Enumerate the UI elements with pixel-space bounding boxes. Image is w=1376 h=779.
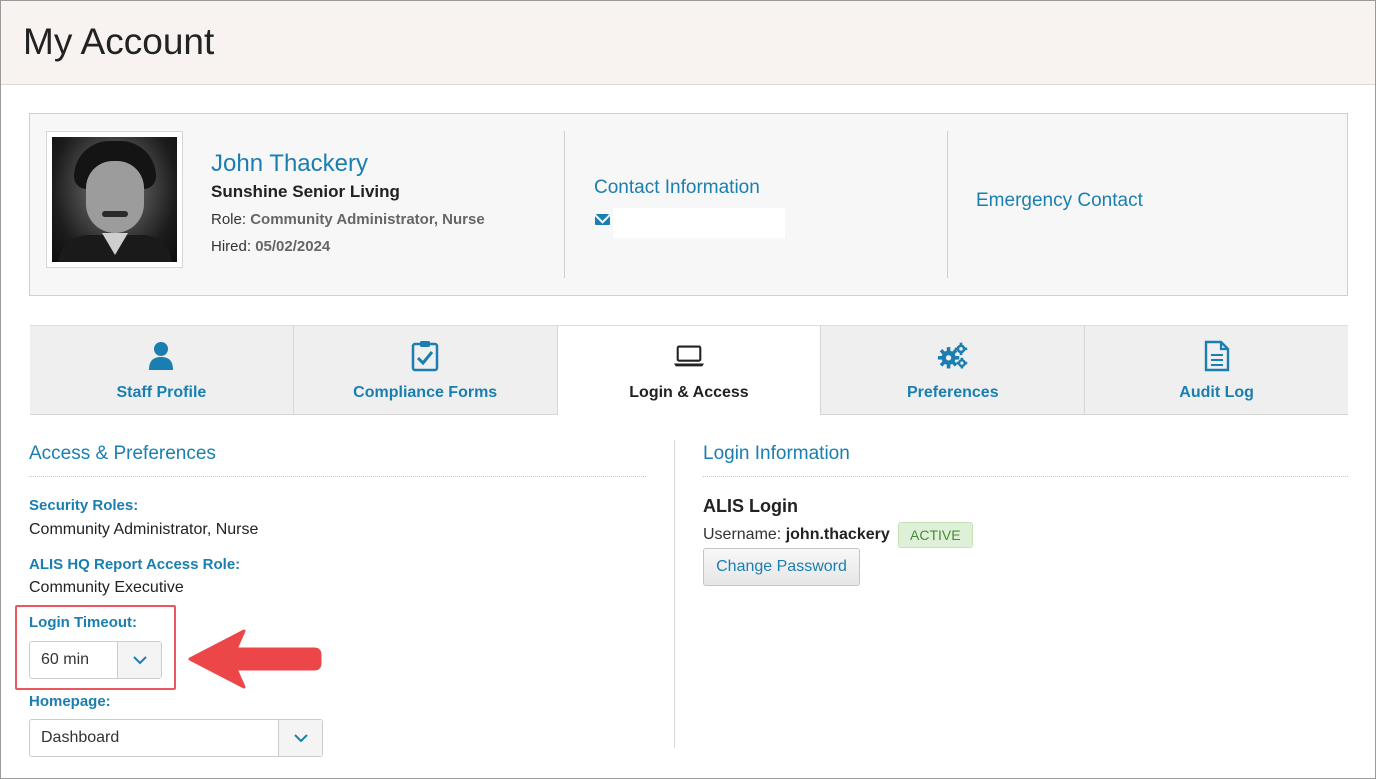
- homepage-value: Dashboard: [41, 729, 120, 746]
- login-information-heading: Login Information: [703, 443, 850, 464]
- section-divider: [29, 476, 646, 477]
- laptop-icon: [673, 340, 705, 372]
- tab-label: Preferences: [906, 384, 999, 401]
- document-icon: [1201, 340, 1233, 372]
- profile-card: John Thackery Sunshine Senior Living Rol…: [29, 113, 1348, 296]
- role-value: Community Administrator, Nurse: [250, 211, 485, 228]
- pointer-arrow-icon: [188, 629, 322, 689]
- security-roles-label: Security Roles:: [29, 497, 139, 514]
- card-divider: [947, 131, 948, 278]
- hired-value: 05/02/2024: [255, 238, 331, 255]
- tab-login-access[interactable]: Login & Access: [557, 326, 822, 415]
- hired-label: Hired:: [211, 238, 252, 255]
- user-icon: [145, 340, 177, 372]
- avatar: [46, 131, 183, 268]
- tab-compliance-forms[interactable]: Compliance Forms: [293, 326, 558, 415]
- homepage-select[interactable]: Dashboard: [29, 719, 323, 757]
- tab-preferences[interactable]: Preferences: [821, 326, 1086, 415]
- hired-line: Hired: 05/02/2024: [211, 238, 330, 255]
- homepage-label: Homepage:: [29, 693, 111, 710]
- page-header: My Account: [1, 1, 1375, 85]
- tab-label: Compliance Forms: [353, 384, 498, 401]
- contact-information-link[interactable]: Contact Information: [594, 177, 760, 199]
- security-roles-value: Community Administrator, Nurse: [29, 521, 259, 538]
- report-access-role-value: Community Executive: [29, 579, 184, 596]
- username-label: Username:: [703, 526, 782, 543]
- gears-icon: [937, 340, 969, 372]
- envelope-icon: [595, 214, 610, 225]
- tab-label: Login & Access: [629, 384, 749, 401]
- access-preferences-heading: Access & Preferences: [29, 443, 216, 464]
- status-badge: ACTIVE: [898, 522, 973, 548]
- section-divider: [703, 476, 1348, 477]
- emergency-contact-link[interactable]: Emergency Contact: [976, 190, 1143, 212]
- tab-staff-profile[interactable]: Staff Profile: [30, 326, 294, 415]
- organization-name: Sunshine Senior Living: [211, 182, 400, 201]
- chevron-down-icon[interactable]: [278, 720, 322, 756]
- page-title: My Account: [23, 21, 215, 62]
- change-password-button[interactable]: Change Password: [703, 548, 860, 586]
- tab-label: Audit Log: [1179, 384, 1254, 401]
- column-divider: [674, 440, 675, 748]
- profile-photo: [52, 137, 177, 262]
- timeout-highlight-box: [15, 605, 176, 690]
- alis-login-heading: ALIS Login: [703, 496, 798, 516]
- profile-name[interactable]: John Thackery: [211, 150, 368, 178]
- username-line: Username: john.thackery: [703, 526, 890, 544]
- card-divider: [564, 131, 565, 278]
- email-value[interactable]: [613, 208, 785, 238]
- account-tabs: Staff Profile Compliance Forms Login & A…: [30, 325, 1348, 415]
- role-label: Role:: [211, 211, 247, 228]
- role-line: Role: Community Administrator, Nurse: [211, 211, 485, 228]
- clipboard-check-icon: [409, 340, 441, 372]
- report-access-role-label: ALIS HQ Report Access Role:: [29, 556, 241, 573]
- tab-audit-log[interactable]: Audit Log: [1085, 326, 1348, 415]
- tab-label: Staff Profile: [116, 384, 207, 401]
- username-value: john.thackery: [785, 526, 890, 543]
